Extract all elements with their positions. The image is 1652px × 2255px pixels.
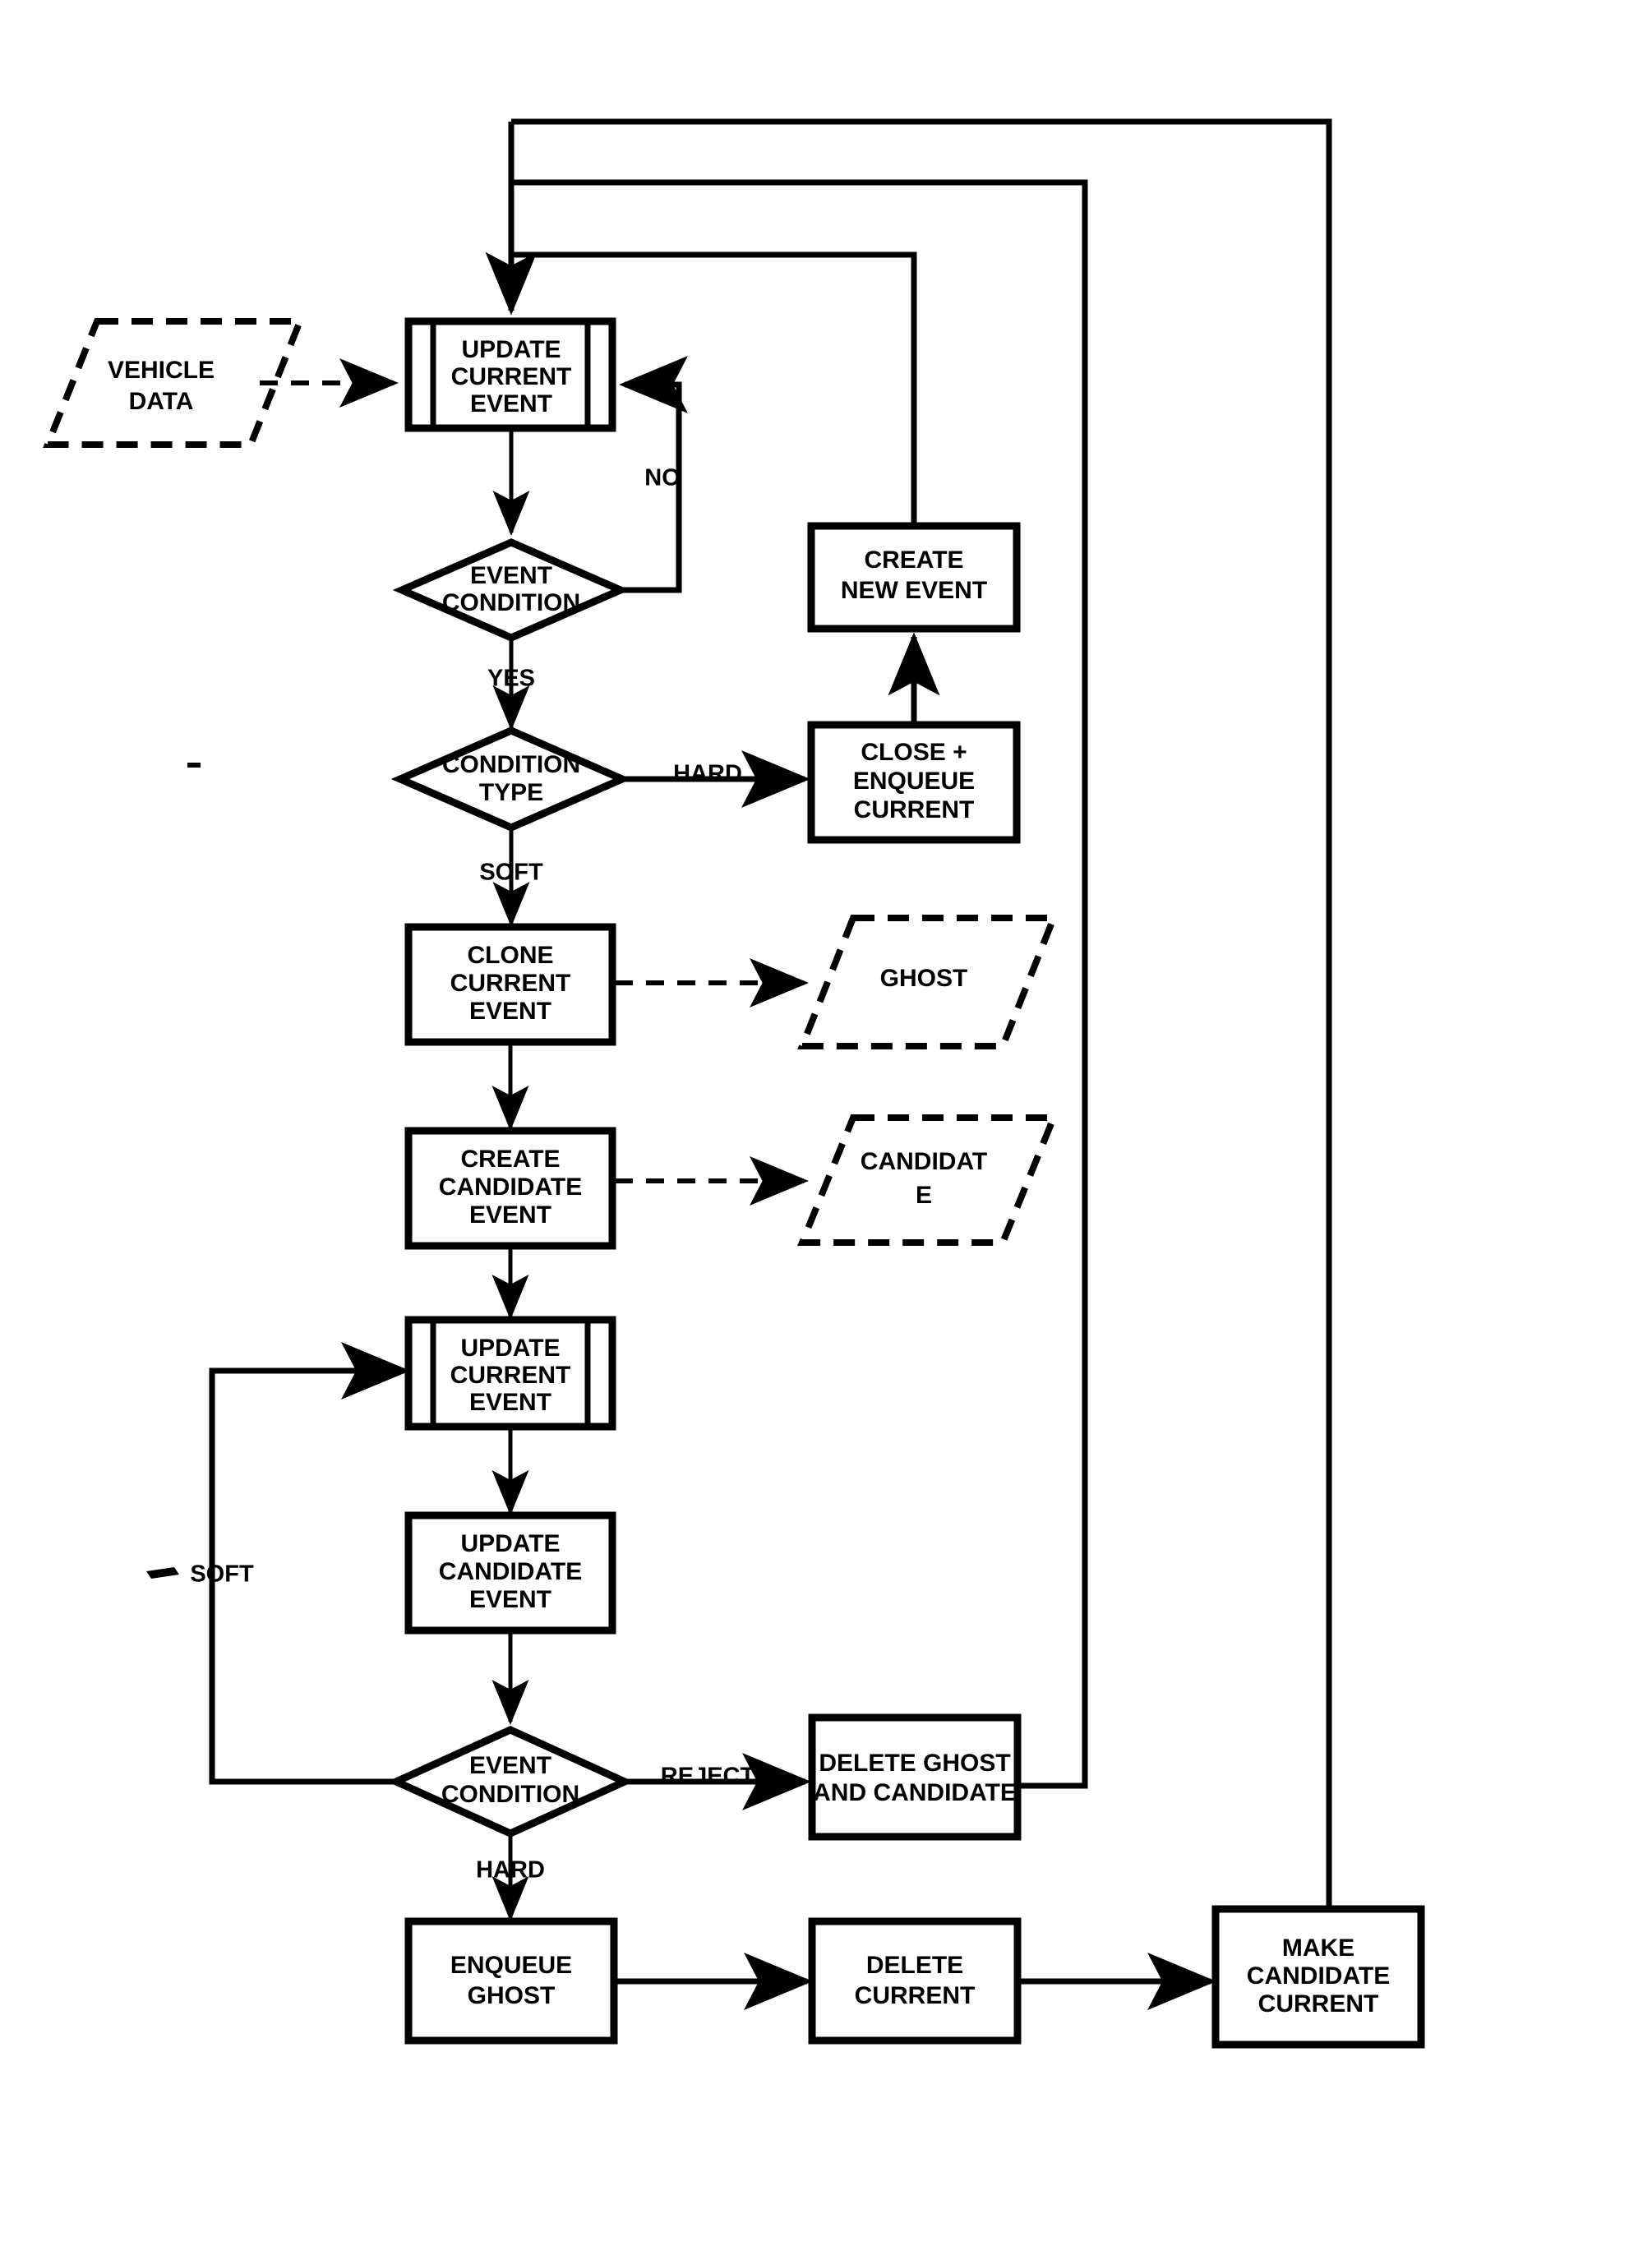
close-enqueue-current-label-line2: ENQUEUE: [853, 768, 975, 795]
clone-current-event-label-line1: CLONE: [468, 942, 554, 969]
soft-label-tick: [146, 1567, 179, 1579]
edge-hard-to-close-enqueue: HARD: [622, 750, 810, 808]
create-candidate-event-label-line2: CANDIDATE: [439, 1174, 582, 1201]
edge-hard-bottom: HARD: [476, 1833, 545, 1922]
node-update-current-event-2: UPDATE CURRENT EVENT: [404, 1316, 616, 1431]
make-candidate-current-label-line3: CURRENT: [1258, 1990, 1379, 2018]
clone-current-event-label-line3: EVENT: [469, 998, 551, 1025]
candidate-label-line2: E: [916, 1182, 932, 1209]
vehicle-data-label-line1: VEHICLE: [108, 357, 215, 384]
ghost-label: GHOST: [880, 965, 968, 992]
edge-label-soft-left: SOFT: [190, 1561, 254, 1588]
vehicle-data-label-line2: DATA: [129, 388, 194, 415]
delete-current-label-line1: DELETE: [866, 1952, 963, 1979]
edge-reject: REJECT: [625, 1753, 811, 1810]
node-event-condition-1: EVENT CONDITION: [392, 538, 630, 642]
edge-label-hard-top: HARD: [673, 761, 742, 787]
update-current-event-1-label-line3: EVENT: [470, 390, 552, 417]
scan-artifact-mark: [187, 763, 201, 768]
node-close-enqueue-current: CLOSE + ENQUEUE CURRENT: [807, 721, 1021, 844]
edge-yes: YES: [487, 638, 535, 731]
diagram-page: VEHICLE DATA UPDATE CURRENT EVENT EVENT …: [0, 0, 1652, 2255]
condition-type-label-line2: TYPE: [479, 779, 543, 806]
update-current-event-1-label-line1: UPDATE: [461, 336, 561, 363]
event-condition-2-label-line2: CONDITION: [441, 1781, 579, 1808]
update-candidate-event-label-line2: CANDIDATE: [439, 1558, 582, 1585]
event-condition-2-label-line1: EVENT: [469, 1752, 551, 1779]
node-event-condition-2: EVENT CONDITION: [387, 1726, 634, 1838]
edge-no-loop: NO: [619, 356, 688, 593]
close-enqueue-current-label-line3: CURRENT: [854, 796, 975, 823]
node-update-current-event-1: UPDATE CURRENT EVENT: [404, 317, 616, 432]
make-candidate-current-label-line2: CANDIDATE: [1247, 1962, 1390, 1990]
edge-label-hard-bottom: HARD: [476, 1857, 545, 1884]
node-make-candidate-current: MAKE CANDIDATE CURRENT: [1211, 1905, 1425, 2049]
node-create-new-event: CREATE NEW EVENT: [807, 522, 1021, 633]
candidate-label-line1: CANDIDAT: [861, 1148, 987, 1175]
update-current-event-2-label-line1: UPDATE: [460, 1335, 560, 1362]
node-ghost: GHOST: [797, 915, 1059, 1049]
node-condition-type: CONDITION TYPE: [390, 726, 632, 832]
update-current-event-1-label-line2: CURRENT: [451, 363, 572, 390]
update-current-event-2-label-line3: EVENT: [469, 1389, 551, 1416]
node-clone-current-event: CLONE CURRENT EVENT: [404, 923, 616, 1046]
make-candidate-current-label-line1: MAKE: [1282, 1935, 1354, 1962]
node-candidate: CANDIDAT E: [797, 1114, 1059, 1246]
flowchart-canvas: VEHICLE DATA UPDATE CURRENT EVENT EVENT …: [43, 118, 1425, 2049]
delete-ghost-and-candidate-label-line1: DELETE GHOST: [819, 1750, 1010, 1777]
event-condition-1-label-line1: EVENT: [470, 562, 552, 589]
update-candidate-event-label-line1: UPDATE: [460, 1530, 560, 1557]
edge-label-yes: YES: [487, 666, 535, 692]
node-create-candidate-event: CREATE CANDIDATE EVENT: [404, 1127, 616, 1250]
close-enqueue-current-label-line1: CLOSE +: [861, 739, 967, 766]
condition-type-label-line1: CONDITION: [442, 751, 580, 778]
create-candidate-event-label-line3: EVENT: [469, 1201, 551, 1229]
create-new-event-label-line1: CREATE: [864, 546, 963, 574]
update-candidate-event-label-line3: EVENT: [469, 1586, 551, 1613]
clone-current-event-label-line2: CURRENT: [450, 970, 571, 997]
node-delete-current: DELETE CURRENT: [808, 1917, 1022, 2045]
edge-label-soft-top: SOFT: [479, 860, 543, 886]
edge-label-reject: REJECT: [661, 1764, 755, 1790]
enqueue-ghost-label-line1: ENQUEUE: [450, 1952, 572, 1979]
edge-soft-to-clone: SOFT: [479, 828, 543, 928]
create-new-event-label-line2: NEW EVENT: [841, 577, 987, 604]
delete-ghost-and-candidate-label-line2: AND CANDIDATE: [813, 1779, 1017, 1806]
event-condition-1-label-line2: CONDITION: [442, 589, 580, 616]
node-delete-ghost-and-candidate: DELETE GHOST AND CANDIDATE: [808, 1713, 1022, 1841]
node-update-candidate-event: UPDATE CANDIDATE EVENT: [404, 1511, 616, 1635]
edge-label-no: NO: [644, 465, 681, 491]
create-candidate-event-label-line1: CREATE: [460, 1146, 560, 1173]
update-current-event-2-label-line2: CURRENT: [450, 1362, 571, 1389]
node-enqueue-ghost: ENQUEUE GHOST: [404, 1917, 618, 2045]
enqueue-ghost-label-line2: GHOST: [468, 1982, 556, 2009]
edge-soft-loop: SOFT: [146, 1342, 410, 1785]
delete-current-label-line2: CURRENT: [855, 1982, 976, 2009]
